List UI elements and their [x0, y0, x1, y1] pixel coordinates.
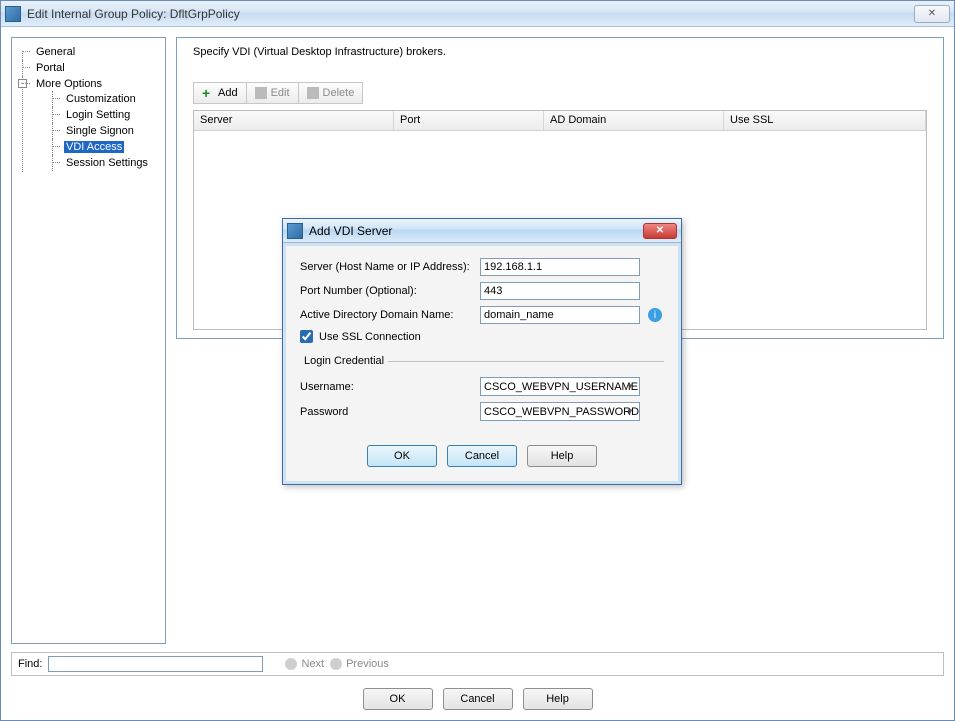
- username-label: Username:: [300, 381, 480, 393]
- port-label: Port Number (Optional):: [300, 285, 480, 297]
- delete-button[interactable]: Delete: [299, 82, 364, 104]
- ad-domain-input[interactable]: [480, 306, 640, 324]
- modal-help-button[interactable]: Help: [527, 445, 597, 467]
- window-close-button[interactable]: ✕: [914, 5, 950, 23]
- find-bar: Find: Next Previous: [11, 652, 944, 676]
- modal-title: Add VDI Server: [309, 224, 392, 238]
- port-input[interactable]: [480, 282, 640, 300]
- ok-button[interactable]: OK: [363, 688, 433, 710]
- modal-body: Server (Host Name or IP Address): Port N…: [283, 243, 681, 484]
- edit-label: Edit: [271, 87, 290, 99]
- find-next[interactable]: Next: [285, 658, 324, 670]
- tree-item-login-setting[interactable]: Login Setting: [34, 107, 161, 123]
- modal-app-icon: [287, 223, 303, 239]
- find-previous[interactable]: Previous: [330, 658, 389, 670]
- tree-item-portal[interactable]: Portal: [16, 60, 161, 76]
- next-icon: [285, 658, 297, 670]
- nav-tree: General Portal - More Options Customizat…: [11, 37, 166, 644]
- use-ssl-label: Use SSL Connection: [319, 331, 421, 343]
- info-icon[interactable]: i: [648, 308, 662, 322]
- dialog-buttons: OK Cancel Help: [1, 680, 954, 720]
- delete-label: Delete: [323, 87, 355, 99]
- username-value: CSCO_WEBVPN_USERNAME: [484, 381, 638, 393]
- server-input[interactable]: [480, 258, 640, 276]
- find-label: Find:: [18, 658, 42, 670]
- ad-domain-label: Active Directory Domain Name:: [300, 309, 480, 321]
- username-combo[interactable]: CSCO_WEBVPN_USERNAME ▼: [480, 377, 640, 396]
- cancel-button[interactable]: Cancel: [443, 688, 513, 710]
- chevron-down-icon: ▼: [623, 380, 637, 393]
- modal-ok-button[interactable]: OK: [367, 445, 437, 467]
- app-icon: [5, 6, 21, 22]
- trash-icon: [307, 87, 319, 99]
- chevron-down-icon: ▼: [623, 405, 637, 418]
- login-credential-group: Login Credential Username: CSCO_WEBVPN_U…: [300, 355, 664, 427]
- previous-icon: [330, 658, 342, 670]
- server-label: Server (Host Name or IP Address):: [300, 261, 480, 273]
- tree-item-more-options[interactable]: - More Options Customization Login Setti…: [16, 76, 161, 172]
- close-icon: ✕: [656, 225, 664, 236]
- modal-buttons: OK Cancel Help: [300, 445, 664, 467]
- window-title: Edit Internal Group Policy: DfltGrpPolic…: [27, 7, 240, 21]
- tree-item-session-settings[interactable]: Session Settings: [34, 155, 161, 171]
- help-button[interactable]: Help: [523, 688, 593, 710]
- tree-item-general[interactable]: General: [16, 44, 161, 60]
- modal-close-button[interactable]: ✕: [643, 223, 677, 239]
- col-port[interactable]: Port: [394, 111, 544, 130]
- toolbar: + Add Edit Delete: [193, 82, 927, 104]
- content-description: Specify VDI (Virtual Desktop Infrastruct…: [193, 46, 927, 58]
- login-legend: Login Credential: [300, 355, 388, 367]
- password-combo[interactable]: CSCO_WEBVPN_PASSWORD ▼: [480, 402, 640, 421]
- password-label: Password: [300, 406, 480, 418]
- password-value: CSCO_WEBVPN_PASSWORD: [484, 406, 639, 418]
- col-server[interactable]: Server: [194, 111, 394, 130]
- modal-cancel-button[interactable]: Cancel: [447, 445, 517, 467]
- add-vdi-server-dialog: Add VDI Server ✕ Server (Host Name or IP…: [282, 218, 682, 485]
- tree-item-vdi-access[interactable]: VDI Access: [34, 139, 161, 155]
- use-ssl-checkbox[interactable]: [300, 330, 313, 343]
- plus-icon: +: [202, 87, 214, 99]
- add-button[interactable]: + Add: [193, 82, 247, 104]
- collapse-icon[interactable]: -: [18, 79, 27, 88]
- edit-button[interactable]: Edit: [247, 82, 299, 104]
- modal-titlebar: Add VDI Server ✕: [283, 219, 681, 243]
- close-icon: ✕: [928, 8, 936, 19]
- grid-header: Server Port AD Domain Use SSL: [194, 111, 926, 131]
- add-label: Add: [218, 87, 238, 99]
- col-ad-domain[interactable]: AD Domain: [544, 111, 724, 130]
- titlebar: Edit Internal Group Policy: DfltGrpPolic…: [1, 1, 954, 27]
- col-use-ssl[interactable]: Use SSL: [724, 111, 926, 130]
- edit-icon: [255, 87, 267, 99]
- tree-item-customization[interactable]: Customization: [34, 91, 161, 107]
- tree-item-single-signon[interactable]: Single Signon: [34, 123, 161, 139]
- find-input[interactable]: [48, 656, 263, 672]
